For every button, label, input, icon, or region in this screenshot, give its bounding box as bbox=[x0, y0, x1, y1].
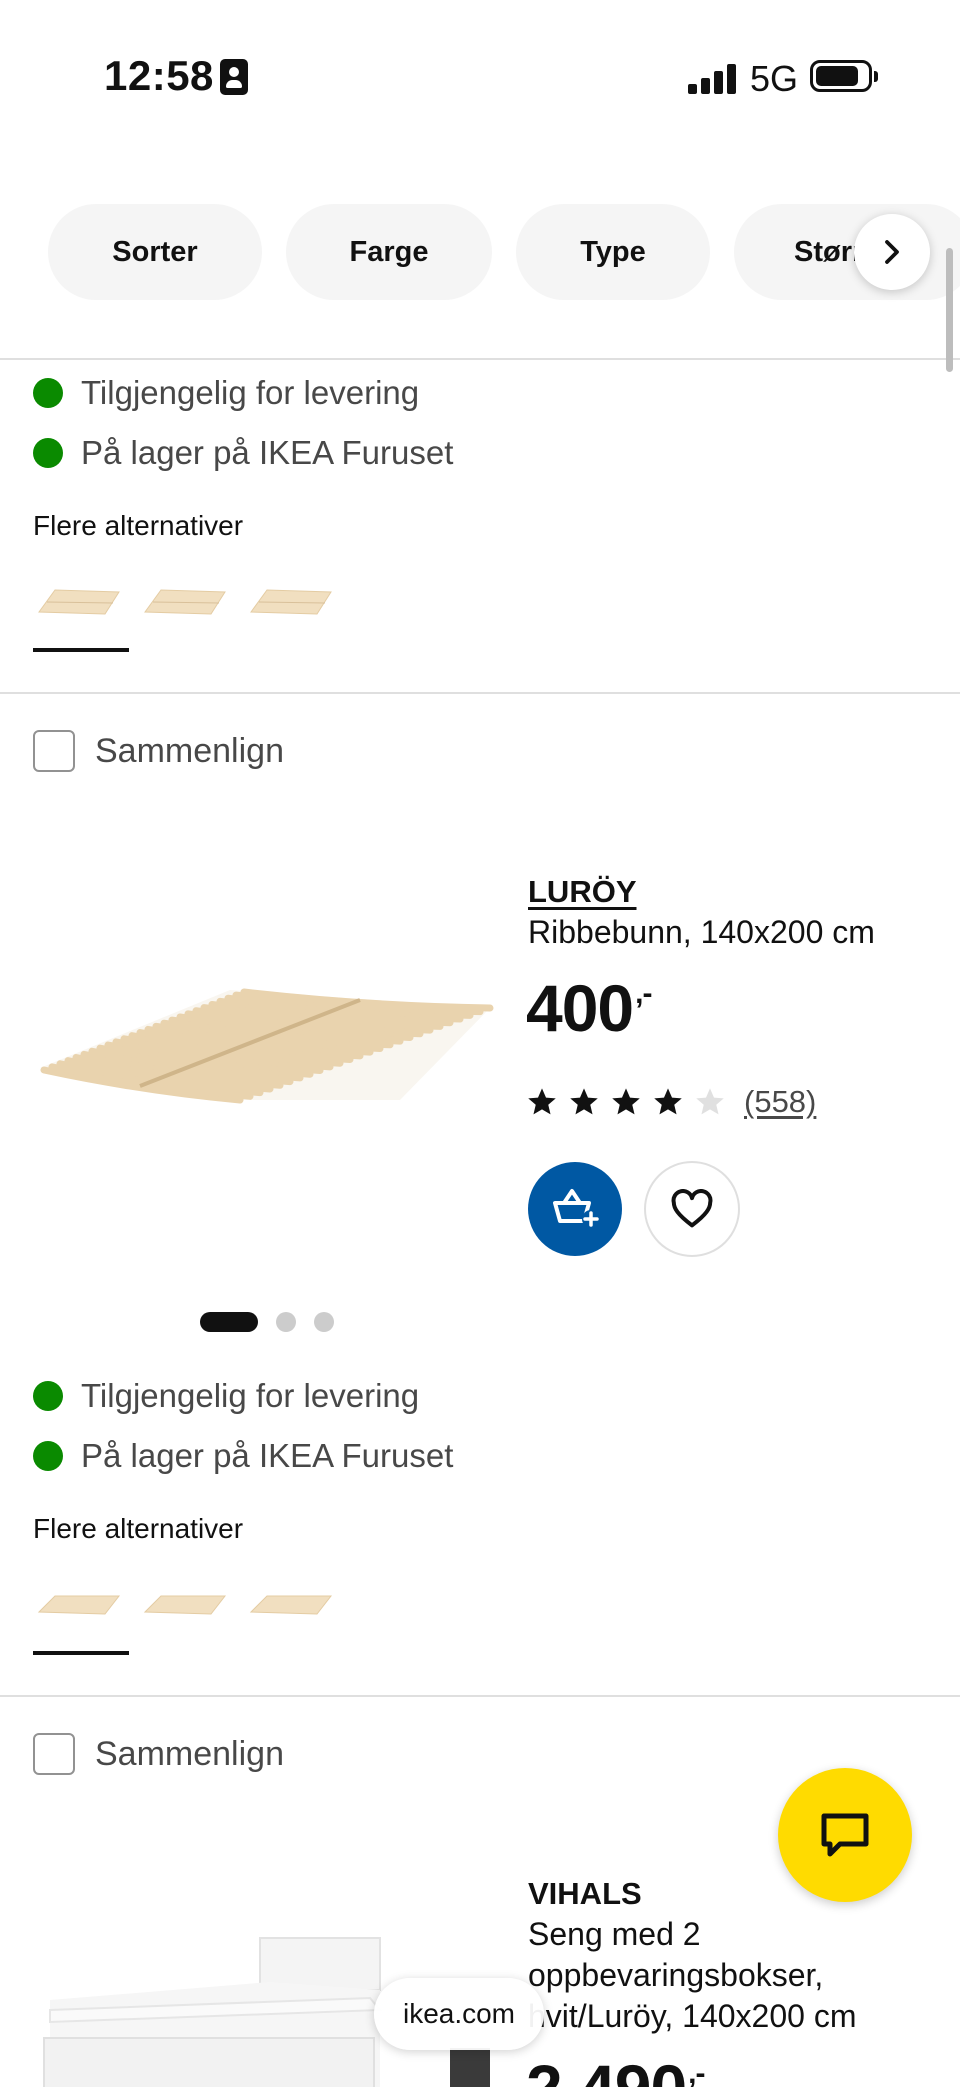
variant-thumbnail[interactable] bbox=[245, 560, 335, 650]
variant-thumbnails bbox=[33, 1560, 343, 1650]
star-filled-icon bbox=[612, 1088, 640, 1115]
availability-delivery: Tilgjengelig for levering bbox=[33, 374, 419, 412]
compare-checkbox[interactable] bbox=[33, 730, 75, 772]
selected-variant-indicator bbox=[33, 648, 129, 652]
carousel-dot[interactable] bbox=[314, 1312, 334, 1332]
battery-icon bbox=[810, 60, 878, 92]
variant-thumbnails bbox=[33, 560, 343, 650]
star-filled-icon bbox=[528, 1088, 556, 1115]
filter-scroll-next-button[interactable] bbox=[854, 214, 930, 290]
availability-delivery: Tilgjengelig for levering bbox=[33, 1377, 419, 1415]
star-filled-icon bbox=[570, 1088, 598, 1115]
more-options-label: Flere alternativer bbox=[33, 510, 244, 541]
carousel-dot-active[interactable] bbox=[200, 1312, 258, 1332]
variant-thumbnail[interactable] bbox=[139, 560, 229, 650]
chevron-right-icon bbox=[885, 240, 899, 264]
divider bbox=[0, 692, 960, 694]
in-stock-dot-icon bbox=[33, 438, 63, 468]
carousel-dot[interactable] bbox=[276, 1312, 296, 1332]
in-stock-dot-icon bbox=[33, 1381, 63, 1411]
star-filled-icon bbox=[654, 1088, 682, 1115]
variant-thumbnail[interactable] bbox=[139, 1560, 229, 1650]
variant-thumbnail[interactable] bbox=[33, 560, 123, 650]
availability-store: På lager på IKEA Furuset bbox=[33, 1437, 453, 1475]
status-bar: 12:58 5G bbox=[0, 0, 960, 150]
selected-variant-indicator bbox=[33, 1651, 129, 1655]
product-image[interactable] bbox=[30, 950, 500, 1280]
chat-bubble-icon bbox=[821, 1813, 869, 1857]
compare-checkbox-row[interactable]: Sammenlign bbox=[33, 730, 284, 772]
compare-label: Sammenlign bbox=[95, 1734, 284, 1773]
availability-store: På lager på IKEA Furuset bbox=[33, 434, 453, 472]
product-name-link[interactable]: VIHALS bbox=[528, 1876, 642, 1912]
favourite-button[interactable] bbox=[644, 1161, 740, 1257]
cellular-signal-icon bbox=[688, 64, 736, 94]
variant-thumbnail[interactable] bbox=[245, 1560, 335, 1650]
product-price: 2 490,- bbox=[526, 2051, 706, 2087]
cart-plus-icon bbox=[553, 1189, 600, 1228]
more-options-label: Flere alternativer bbox=[33, 1513, 244, 1544]
in-stock-dot-icon bbox=[33, 1441, 63, 1471]
filter-chip-sort[interactable]: Sorter bbox=[48, 204, 262, 300]
add-to-cart-button[interactable] bbox=[528, 1162, 622, 1256]
contact-card-icon bbox=[220, 59, 248, 95]
filter-bar: Sorter Farge Type Størrelse bbox=[0, 200, 960, 306]
network-type: 5G bbox=[750, 58, 799, 99]
status-time: 12:58 bbox=[104, 52, 214, 99]
review-count-link[interactable]: (558) bbox=[744, 1084, 816, 1120]
product-name-link[interactable]: LURÖY bbox=[528, 874, 637, 910]
scrollbar-thumb[interactable] bbox=[946, 248, 953, 372]
divider bbox=[0, 358, 960, 360]
image-carousel-indicator bbox=[200, 1312, 352, 1332]
product-description: Seng med 2 oppbevaringsbokser, hvit/Lurö… bbox=[528, 1916, 857, 2034]
product-price: 400,- bbox=[526, 971, 652, 1045]
product-rating[interactable]: (558) bbox=[526, 1084, 816, 1120]
in-stock-dot-icon bbox=[33, 378, 63, 408]
filter-chip-type[interactable]: Type bbox=[516, 204, 710, 300]
browser-url-pill[interactable]: ikea.com bbox=[374, 1978, 544, 2050]
compare-label: Sammenlign bbox=[95, 731, 284, 770]
compare-checkbox[interactable] bbox=[33, 1733, 75, 1775]
heart-icon bbox=[671, 1189, 713, 1228]
star-empty-icon bbox=[696, 1088, 724, 1115]
divider bbox=[0, 1695, 960, 1697]
product-description: Ribbebunn, 140x200 cm bbox=[528, 914, 875, 950]
variant-thumbnail[interactable] bbox=[33, 1560, 123, 1650]
filter-chip-color[interactable]: Farge bbox=[286, 204, 492, 300]
compare-checkbox-row[interactable]: Sammenlign bbox=[33, 1733, 284, 1775]
chat-button[interactable] bbox=[778, 1768, 912, 1902]
